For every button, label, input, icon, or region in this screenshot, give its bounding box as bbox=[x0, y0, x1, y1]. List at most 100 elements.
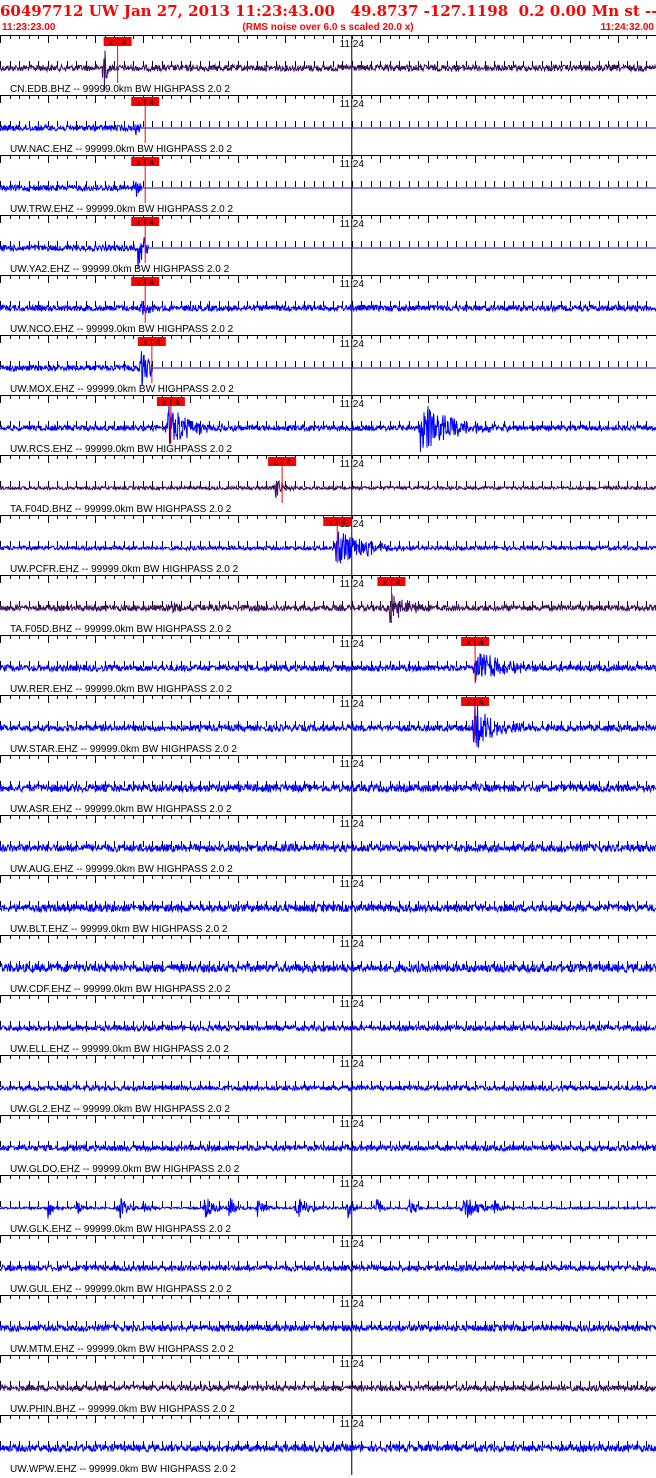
minute-label: 11:24 bbox=[340, 99, 365, 110]
pick-label: x T 4 bbox=[162, 398, 180, 407]
pick-label: x T 4 bbox=[136, 158, 154, 167]
trace-panel: 11:24x T 4UW.PCFR.EHZ -- 99999.0km BW HI… bbox=[0, 515, 656, 575]
waveform-trace bbox=[0, 480, 656, 499]
minute-label: 11:24 bbox=[340, 1179, 365, 1190]
channel-label: UW.PCFR.EHZ -- 99999.0km BW HIGHPASS 2.0… bbox=[10, 564, 239, 575]
minute-label: 11:24 bbox=[340, 219, 365, 230]
waveform-trace bbox=[0, 181, 656, 197]
channel-label: UW.GUL.EHZ -- 99999.0km BW HIGHPASS 2.0 … bbox=[10, 1284, 232, 1295]
channel-label: UW.GL2.EHZ -- 99999.0km BW HIGHPASS 2.0 … bbox=[10, 1104, 230, 1115]
minute-label: 11:24 bbox=[340, 879, 365, 890]
waveform-trace bbox=[0, 962, 656, 974]
pick-label: x T 4 bbox=[136, 278, 154, 287]
waveform-trace bbox=[0, 300, 656, 315]
waveform-trace bbox=[0, 1023, 656, 1033]
minute-label: 11:24 bbox=[340, 1419, 365, 1430]
trace-panel: 11:24 x T 4 TA.F04D.BHZ -- 99999.0km BW HI… bbox=[0, 455, 656, 515]
trace-panel: 11:24 x T 4 UW.NAC.EHZ -- 99999.0km BW HIG… bbox=[0, 95, 656, 155]
minute-label: 11:24 bbox=[340, 279, 365, 290]
minute-label: 11:24 bbox=[340, 39, 365, 50]
minute-label: 11:24 bbox=[340, 399, 365, 410]
trace-panel: 11:24 UW.PHIN.BHZ -- 99999.0km BW HIGHPAS… bbox=[0, 1355, 656, 1415]
pick-label: x T 4 bbox=[466, 698, 484, 707]
channel-label: TA.F05D.BHZ -- 99999.0km BW HIGHPASS 2.0… bbox=[10, 624, 232, 635]
channel-label: UW.AUG.EHZ -- 99999.0km BW HIGHPASS 2.0 … bbox=[10, 864, 233, 875]
end-time: 11:24:32.00 bbox=[600, 22, 654, 33]
channel-label: UW.WPW.EHZ -- 99999.0km BW HIGHPASS 2.0 … bbox=[10, 1464, 236, 1475]
waveform-trace bbox=[0, 351, 656, 386]
pick-label: x T 4 bbox=[109, 38, 127, 47]
channel-label: UW.RCS.EHZ -- 99999.0km BW HIGHPASS 2.0 … bbox=[10, 444, 233, 455]
minute-label: 11:24 bbox=[340, 579, 365, 590]
waveform-trace bbox=[0, 1442, 656, 1454]
minute-label: 11:24 bbox=[340, 1119, 365, 1130]
minute-label: 11:24 bbox=[340, 1239, 365, 1250]
trace-panel: 11:24 x T 4 UW.TRW.EHZ -- 99999.0km BW HIG… bbox=[0, 155, 656, 215]
waveform-trace bbox=[0, 1263, 656, 1273]
minute-label: 11:24 bbox=[340, 1059, 365, 1070]
trace-panel: 11:24 UW.AUG.EHZ -- 99999.0km BW HIGHPASS… bbox=[0, 815, 656, 875]
trace-panel: 11:24 x T 4 UW.YA2.EHZ -- 99999.0km BW HIG… bbox=[0, 215, 656, 275]
trace-panel: 11:24 UW.WPW.EHZ -- 99999.0km BW HIGHPASS… bbox=[0, 1415, 656, 1475]
minute-label: 11:24 bbox=[340, 819, 365, 830]
pick-label: x T 4 bbox=[143, 338, 161, 347]
channel-label: UW.MOX.EHZ -- 99999.0km BW HIGHPASS 2.0 … bbox=[10, 384, 234, 395]
waveform-trace bbox=[0, 842, 656, 854]
channel-label: UW.PHIN.BHZ -- 99999.0km BW HIGHPASS 2.0… bbox=[10, 1404, 235, 1415]
channel-label: UW.STAR.EHZ -- 99999.0km BW HIGHPASS 2.0… bbox=[10, 744, 237, 755]
channel-label: UW.YA2.EHZ -- 99999.0km BW HIGHPASS 2.0 … bbox=[10, 264, 230, 275]
minute-label: 11:24 bbox=[340, 999, 365, 1010]
minute-label: 11:24 bbox=[340, 699, 365, 710]
seismogram-plot: 11:24 x T 4 CN.EDB.BHZ -- 99999.0km BW HIG… bbox=[0, 35, 656, 1475]
waveform-trace bbox=[0, 123, 656, 136]
pick-label: x T 4 bbox=[328, 518, 346, 527]
minute-label: 11:24 bbox=[340, 1299, 365, 1310]
waveform-trace bbox=[0, 1383, 656, 1393]
waveform-trace bbox=[0, 700, 656, 748]
waveform-trace bbox=[0, 1143, 656, 1153]
pick-label: x T 4 bbox=[383, 578, 401, 587]
channel-label: UW.GLDO.EHZ -- 99999.0km BW HIGHPASS 2.0… bbox=[10, 1164, 240, 1175]
trace-panel: 11:24 x T 4 TA.F05D.BHZ -- 99999.0km BW HI… bbox=[0, 575, 656, 635]
channel-label: UW.ELL.EHZ -- 99999.0km BW HIGHPASS 2.0 … bbox=[10, 1044, 229, 1055]
waveform-trace bbox=[0, 1083, 656, 1093]
trace-panel: 11:24 x T 4 UW.NCO.EHZ -- 99999.0km BW HIG… bbox=[0, 275, 656, 335]
minute-label: 11:24 bbox=[340, 159, 365, 170]
pick-label: x T 4 bbox=[136, 218, 154, 227]
trace-panel: 11:24 x T 4 UW.RER.EHZ -- 99999.0km BW HIG… bbox=[0, 635, 656, 695]
waveform-trace bbox=[0, 1197, 656, 1220]
trace-panel: 11:24 UW.GLDO.EHZ -- 99999.0km BW HIGHPAS… bbox=[0, 1115, 656, 1175]
waveform-trace bbox=[0, 531, 656, 564]
waveform-trace bbox=[0, 782, 656, 794]
minute-label: 11:24 bbox=[340, 339, 365, 350]
channel-label: UW.TRW.EHZ -- 99999.0km BW HIGHPASS 2.0 … bbox=[10, 204, 233, 215]
minute-label: 11:24 bbox=[340, 639, 365, 650]
rms-noise-note: (RMS noise over 6.0 s scaled 20.0 x) bbox=[242, 22, 414, 33]
channel-label: UW.RER.EHZ -- 99999.0km BW HIGHPASS 2.0 … bbox=[10, 684, 233, 695]
pick-label: x T 4 bbox=[466, 638, 484, 647]
channel-label: UW.GLK.EHZ -- 99999.0km BW HIGHPASS 2.0 … bbox=[10, 1224, 231, 1235]
trace-panel: 11:24 UW.ELL.EHZ -- 99999.0km BW HIGHPASS… bbox=[0, 995, 656, 1055]
channel-label: CN.EDB.BHZ -- 99999.0km BW HIGHPASS 2.0 … bbox=[10, 84, 230, 95]
trace-panel: 11:24 UW.GL2.EHZ -- 99999.0km BW HIGHPASS… bbox=[0, 1055, 656, 1115]
trace-panel: 11:24 UW.GLK.EHZ -- 99999.0km BW HIGHPASS… bbox=[0, 1175, 656, 1235]
trace-panel: 11:24 x T 4 CN.EDB.BHZ -- 99999.0km BW HIG… bbox=[0, 35, 656, 95]
trace-panel: 11:24 x T 4 UW.MOX.EHZ -- 99999.0km BW HIG… bbox=[0, 335, 656, 395]
minute-label: 11:24 bbox=[340, 1359, 365, 1370]
pick-label: x T 4 bbox=[273, 458, 291, 467]
trace-panel: 11:24 UW.GUL.EHZ -- 99999.0km BW HIGHPASS… bbox=[0, 1235, 656, 1295]
minute-label: 11:24 bbox=[340, 459, 365, 470]
pick-label: x T 4 bbox=[136, 98, 154, 107]
channel-label: UW.ASR.EHZ -- 99999.0km BW HIGHPASS 2.0 … bbox=[10, 804, 232, 815]
trace-panel: 11:24 UW.MTM.EHZ -- 99999.0km BW HIGHPASS… bbox=[0, 1295, 656, 1355]
minute-label: 11:24 bbox=[340, 939, 365, 950]
trace-panel: 11:24 UW.BLT.EHZ -- 99999.0km BW HIGHPASS… bbox=[0, 875, 656, 935]
channel-label: UW.BLT.EHZ -- 99999.0km BW HIGHPASS 2.0 … bbox=[10, 924, 228, 935]
waveform-trace bbox=[0, 902, 656, 914]
seismogram-page: 60497712 UW Jan 27, 2013 11:23:43.00 49.… bbox=[0, 0, 656, 1478]
channel-label: UW.MTM.EHZ -- 99999.0km BW HIGHPASS 2.0 … bbox=[10, 1344, 234, 1355]
channel-label: TA.F04D.BHZ -- 99999.0km BW HIGHPASS 2.0… bbox=[10, 504, 232, 515]
minute-label: 11:24 bbox=[340, 759, 365, 770]
trace-panel: 11:24 x T 4 UW.STAR.EHZ -- 99999.0km BW HI… bbox=[0, 695, 656, 755]
channel-label: UW.CDF.EHZ -- 99999.0km BW HIGHPASS 2.0 … bbox=[10, 984, 231, 995]
